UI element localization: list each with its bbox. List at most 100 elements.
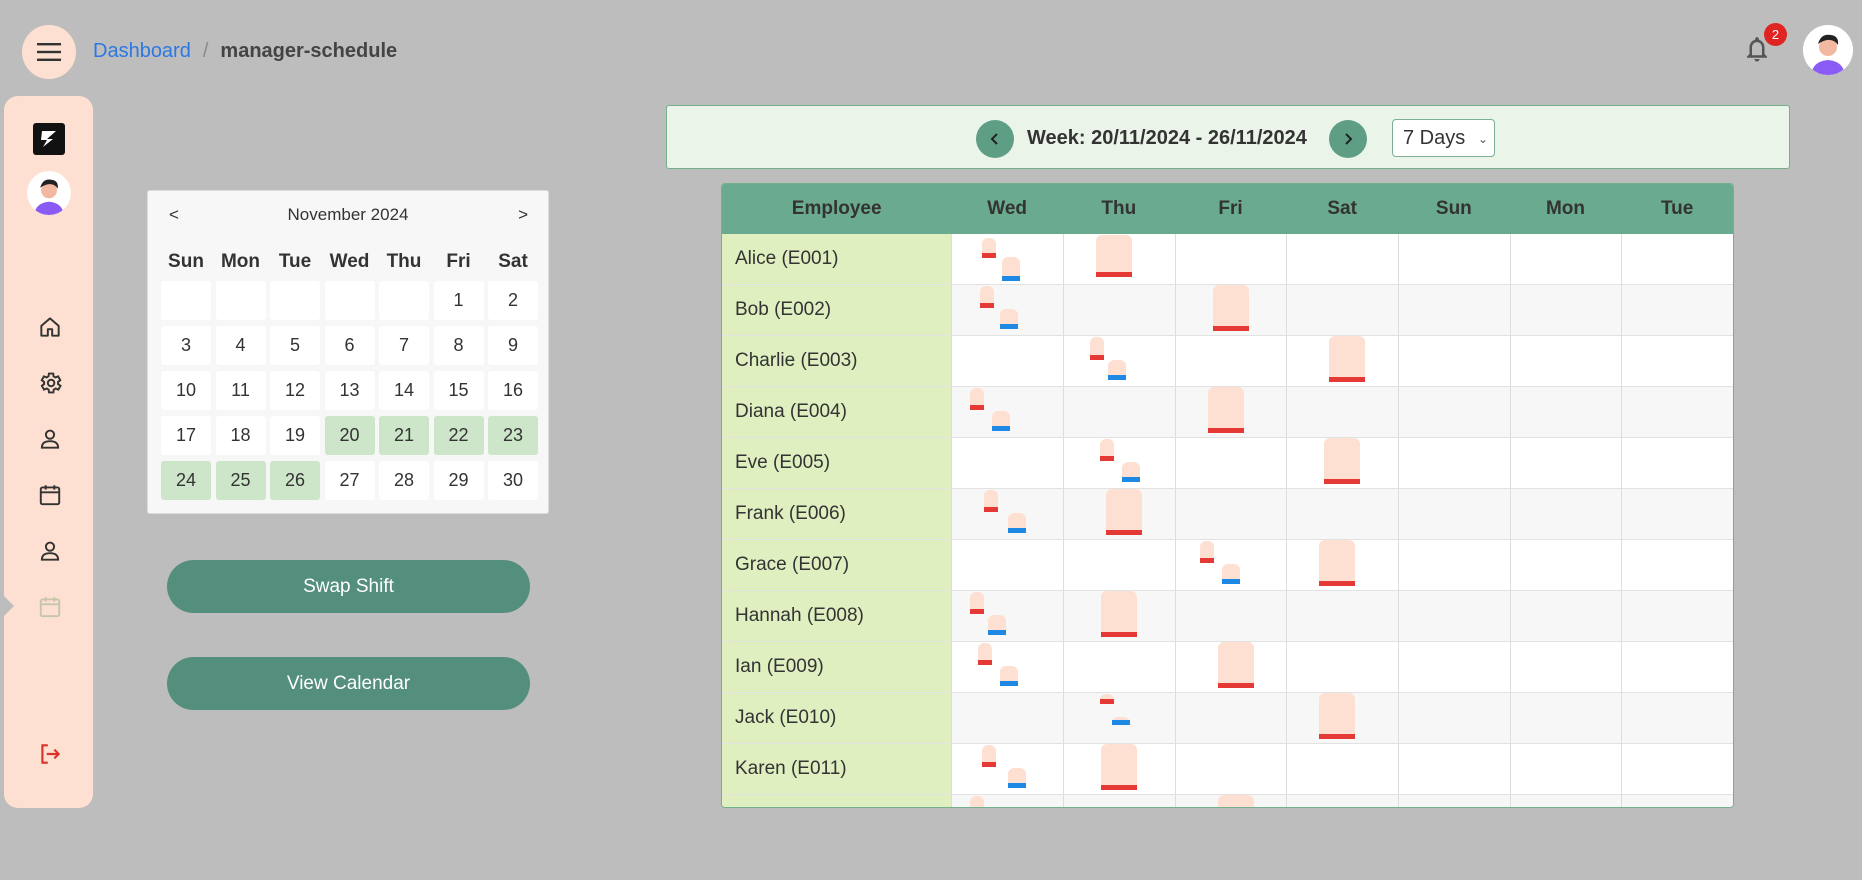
shift-cell[interactable] bbox=[1621, 795, 1733, 807]
shift-block[interactable] bbox=[984, 490, 999, 512]
shift-block[interactable] bbox=[1207, 387, 1244, 433]
shift-cell[interactable] bbox=[1286, 591, 1399, 641]
shift-block[interactable] bbox=[970, 388, 985, 410]
sidebar-item-settings[interactable] bbox=[36, 369, 64, 397]
shift-cell[interactable] bbox=[1509, 387, 1622, 437]
calendar-day[interactable]: 21 bbox=[379, 416, 429, 455]
shift-cell[interactable] bbox=[1063, 795, 1175, 807]
shift-cell[interactable] bbox=[951, 234, 1063, 284]
shift-block[interactable] bbox=[1101, 591, 1138, 637]
calendar-day[interactable]: 11 bbox=[215, 371, 266, 410]
calendar-day[interactable]: 26 bbox=[270, 461, 320, 500]
shift-cell[interactable] bbox=[951, 744, 1063, 794]
shift-cell[interactable] bbox=[1398, 234, 1510, 284]
shift-block[interactable] bbox=[978, 643, 993, 665]
shift-cell[interactable] bbox=[1509, 795, 1622, 807]
shift-cell[interactable] bbox=[1286, 285, 1399, 335]
shift-block[interactable] bbox=[970, 796, 985, 807]
shift-cell[interactable] bbox=[951, 285, 1064, 335]
sidebar-item-profile[interactable] bbox=[36, 425, 64, 453]
shift-cell[interactable] bbox=[1509, 234, 1622, 284]
sidebar-item-home[interactable] bbox=[36, 313, 64, 341]
shift-block[interactable] bbox=[980, 286, 995, 308]
shift-block[interactable] bbox=[1100, 694, 1115, 704]
shift-cell[interactable] bbox=[1398, 438, 1510, 488]
shift-cell[interactable] bbox=[1174, 234, 1287, 284]
shift-cell[interactable] bbox=[1621, 336, 1733, 386]
calendar-day[interactable]: 15 bbox=[433, 371, 484, 410]
shift-cell[interactable] bbox=[1286, 540, 1398, 590]
calendar-day[interactable]: 23 bbox=[488, 416, 538, 455]
shift-cell[interactable] bbox=[1621, 438, 1733, 488]
shift-cell[interactable] bbox=[1509, 744, 1622, 794]
shift-block[interactable] bbox=[1002, 257, 1021, 281]
range-select[interactable]: 7 Days ⌄ bbox=[1392, 119, 1495, 157]
shift-cell[interactable] bbox=[1398, 642, 1510, 692]
shift-cell[interactable] bbox=[1398, 744, 1510, 794]
shift-block[interactable] bbox=[1217, 642, 1254, 688]
shift-cell[interactable] bbox=[1063, 642, 1175, 692]
calendar-day[interactable]: 24 bbox=[161, 461, 211, 500]
shift-block[interactable] bbox=[1090, 337, 1105, 360]
shift-block[interactable] bbox=[1100, 439, 1115, 461]
sidebar-item-employees[interactable] bbox=[36, 537, 64, 565]
shift-cell[interactable] bbox=[1063, 744, 1175, 794]
shift-cell[interactable] bbox=[1286, 489, 1399, 539]
shift-cell[interactable] bbox=[1286, 642, 1398, 692]
user-avatar[interactable] bbox=[1803, 25, 1853, 75]
shift-cell[interactable] bbox=[1063, 285, 1175, 335]
calendar-day[interactable]: 9 bbox=[488, 326, 538, 365]
calendar-day[interactable]: 19 bbox=[270, 416, 320, 455]
shift-cell[interactable] bbox=[1063, 234, 1175, 284]
shift-cell[interactable] bbox=[1174, 489, 1287, 539]
shift-cell[interactable] bbox=[1063, 387, 1175, 437]
shift-cell[interactable] bbox=[1174, 795, 1287, 807]
shift-cell[interactable] bbox=[1398, 489, 1510, 539]
calendar-day[interactable]: 25 bbox=[215, 461, 266, 500]
calendar-day[interactable]: 3 bbox=[161, 326, 211, 365]
shift-cell[interactable] bbox=[1509, 693, 1622, 743]
shift-cell[interactable] bbox=[1509, 540, 1622, 590]
shift-cell[interactable] bbox=[1286, 438, 1398, 488]
shift-cell[interactable] bbox=[951, 795, 1064, 807]
shift-cell[interactable] bbox=[1286, 387, 1399, 437]
calendar-day[interactable]: 10 bbox=[161, 371, 211, 410]
shift-block[interactable] bbox=[1112, 717, 1131, 725]
shift-cell[interactable] bbox=[1174, 387, 1287, 437]
shift-block[interactable] bbox=[970, 592, 985, 614]
calendar-day[interactable]: 29 bbox=[433, 461, 484, 500]
calendar-day[interactable]: 2 bbox=[488, 281, 538, 320]
shift-cell[interactable] bbox=[1063, 438, 1175, 488]
shift-cell[interactable] bbox=[1063, 693, 1175, 743]
shift-cell[interactable] bbox=[1174, 285, 1287, 335]
calendar-day[interactable]: 28 bbox=[379, 461, 429, 500]
shift-block[interactable] bbox=[1319, 693, 1356, 739]
shift-cell[interactable] bbox=[1621, 387, 1733, 437]
calendar-day[interactable]: 12 bbox=[270, 371, 320, 410]
shift-cell[interactable] bbox=[1621, 744, 1733, 794]
shift-cell[interactable] bbox=[1174, 744, 1287, 794]
shift-block[interactable] bbox=[1319, 540, 1356, 586]
shift-cell[interactable] bbox=[1286, 795, 1399, 807]
sidebar-item-calendar[interactable] bbox=[36, 481, 64, 509]
shift-cell[interactable] bbox=[1621, 489, 1733, 539]
shift-block[interactable] bbox=[982, 745, 997, 767]
shift-cell[interactable] bbox=[1621, 642, 1733, 692]
shift-cell[interactable] bbox=[951, 540, 1063, 590]
shift-block[interactable] bbox=[1199, 541, 1214, 563]
shift-cell[interactable] bbox=[1398, 540, 1510, 590]
shift-cell[interactable] bbox=[1286, 234, 1398, 284]
shift-cell[interactable] bbox=[1174, 642, 1287, 692]
calendar-day[interactable]: 4 bbox=[215, 326, 266, 365]
shift-block[interactable] bbox=[1101, 744, 1138, 790]
menu-button[interactable] bbox=[22, 25, 76, 79]
shift-cell[interactable] bbox=[1063, 489, 1175, 539]
shift-block[interactable] bbox=[982, 238, 997, 258]
shift-cell[interactable] bbox=[951, 387, 1064, 437]
calendar-day[interactable]: 6 bbox=[324, 326, 375, 365]
next-month-button[interactable]: > bbox=[518, 205, 528, 225]
shift-cell[interactable] bbox=[1509, 591, 1622, 641]
shift-block[interactable] bbox=[992, 411, 1011, 431]
shift-cell[interactable] bbox=[1509, 285, 1622, 335]
shift-cell[interactable] bbox=[1174, 438, 1287, 488]
